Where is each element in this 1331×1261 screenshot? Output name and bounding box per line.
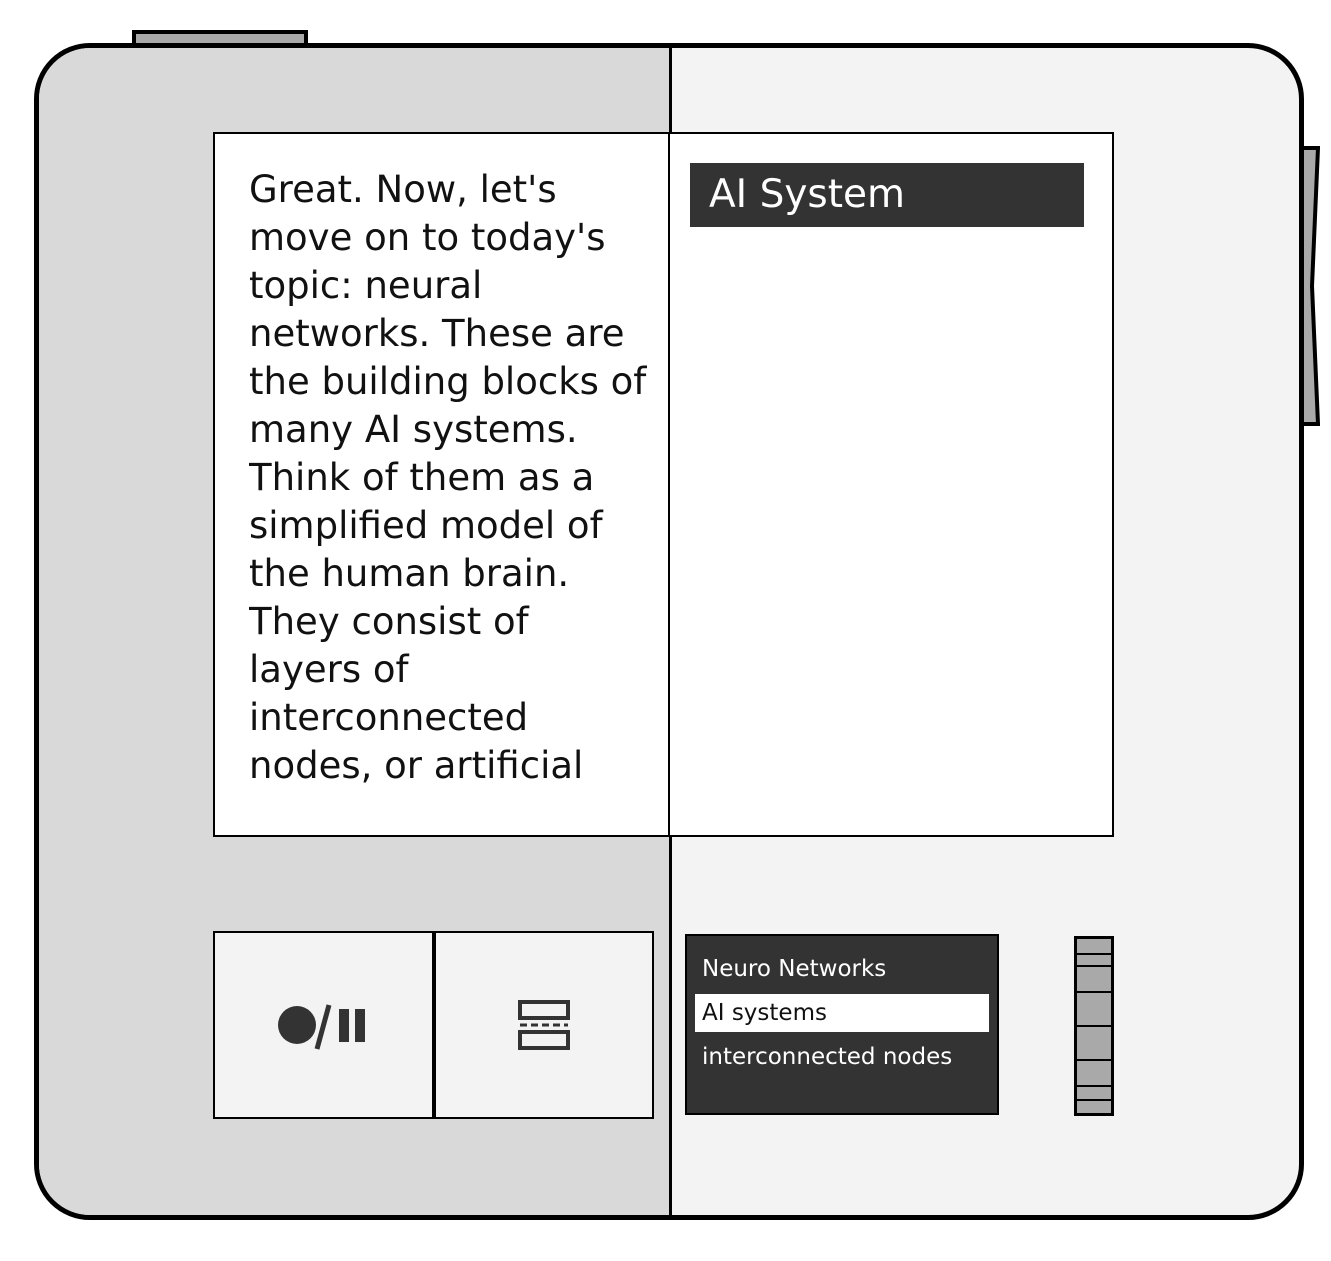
layout-button[interactable]: [431, 933, 653, 1117]
scroll-wheel[interactable]: [1074, 936, 1114, 1116]
transcript-text: Great. Now, let's move on to today's top…: [249, 168, 647, 796]
topic-item-interconnected-nodes[interactable]: interconnected nodes: [695, 1038, 989, 1076]
control-buttons: [213, 931, 654, 1119]
split-layout-icon: [517, 1000, 570, 1050]
screen-divider: [668, 134, 670, 835]
device-frame: Great. Now, let's move on to today's top…: [34, 43, 1304, 1220]
wheel-ridge: [1077, 1085, 1111, 1087]
display-screen: Great. Now, let's move on to today's top…: [213, 132, 1114, 837]
wheel-ridge: [1077, 1059, 1111, 1061]
record-pause-button[interactable]: [215, 933, 432, 1117]
topic-item-neuro-networks[interactable]: Neuro Networks: [695, 950, 989, 988]
record-pause-icon: [278, 1004, 366, 1050]
wheel-ridge: [1077, 991, 1111, 993]
wheel-ridge: [1077, 953, 1111, 955]
topic-list: Neuro Networks AI systems interconnected…: [685, 934, 999, 1115]
wheel-ridge: [1077, 1025, 1111, 1027]
panel-title: AI System: [690, 163, 1084, 227]
topic-item-ai-systems[interactable]: AI systems: [695, 994, 989, 1032]
wheel-ridge: [1077, 1099, 1111, 1101]
wheel-ridge: [1077, 965, 1111, 967]
